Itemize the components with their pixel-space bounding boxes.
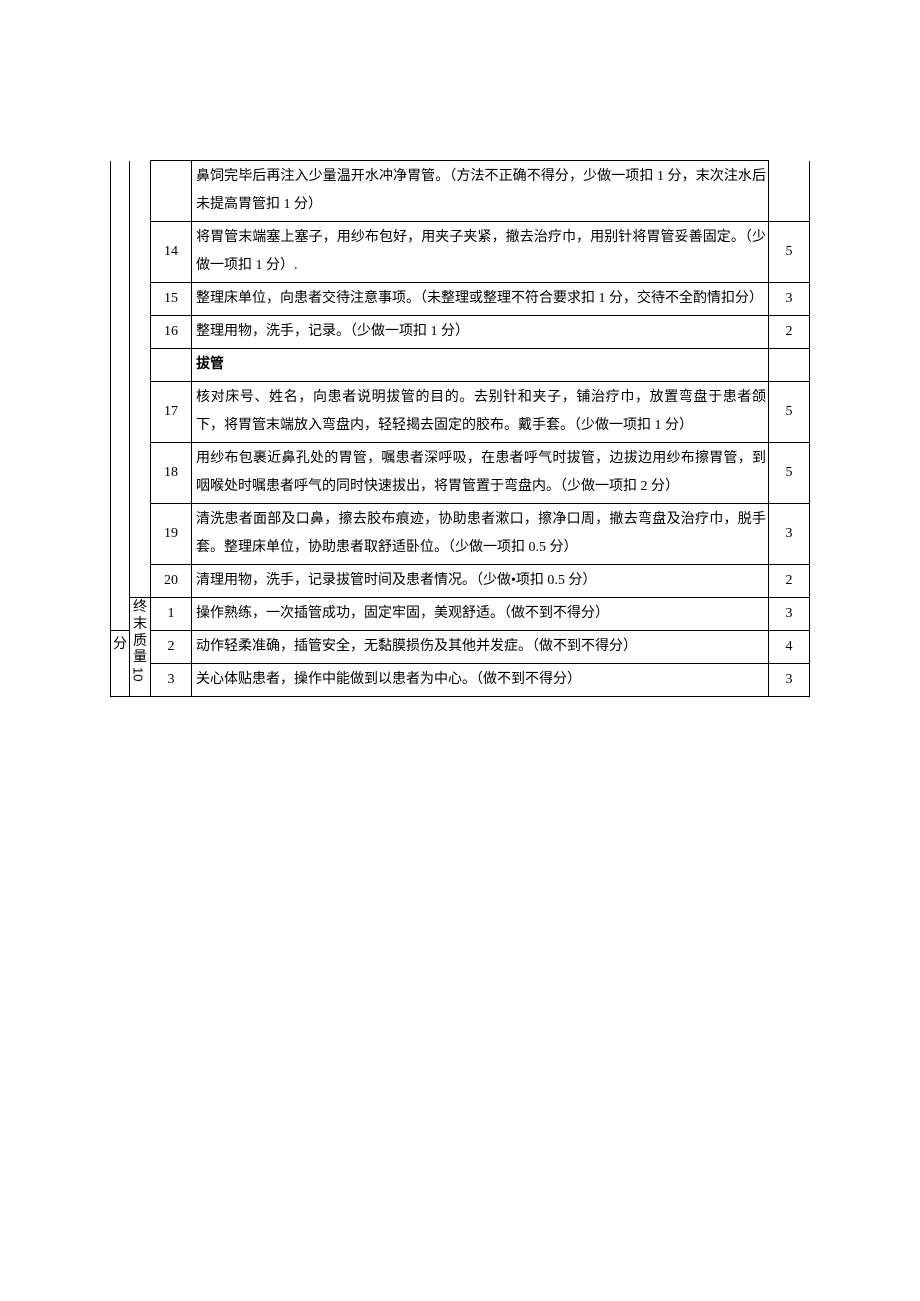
step-score: 3: [769, 598, 810, 631]
step-number: 14: [151, 222, 192, 283]
step-number: 15: [151, 283, 192, 316]
table-row: 20 清理用物，洗手，记录拔管时间及患者情况。（少做•项扣 0.5 分） 2: [111, 565, 810, 598]
subcategory-label: 终末质量 10: [130, 598, 151, 697]
section-header: 拔管: [192, 349, 769, 382]
step-score: 3: [769, 283, 810, 316]
step-number: 19: [151, 504, 192, 565]
table-row: 19 清洗患者面部及口鼻，擦去胶布痕迹，协助患者漱口，擦净口周，撤去弯盘及治疗巾…: [111, 504, 810, 565]
table-row: 17 核对床号、姓名，向患者说明拔管的目的。去别针和夹子，铺治疗巾，放置弯盘于患…: [111, 382, 810, 443]
table-row: 分 2 动作轻柔准确，插管安全，无黏膜损伤及其他并发症。（做不到不得分） 4: [111, 631, 810, 664]
step-number: 17: [151, 382, 192, 443]
step-description: 将胃管末端塞上塞子，用纱布包好，用夹子夹紧，撤去治疗巾，用别针将胃管妥善固定。（…: [192, 222, 769, 283]
step-number: 16: [151, 316, 192, 349]
subcategory-cell: [130, 161, 151, 598]
step-score: 2: [769, 565, 810, 598]
step-score: 5: [769, 382, 810, 443]
step-description: 关心体贴患者，操作中能做到以患者为中心。（做不到不得分）: [192, 664, 769, 697]
step-description: 动作轻柔准确，插管安全，无黏膜损伤及其他并发症。（做不到不得分）: [192, 631, 769, 664]
table-row: 14 将胃管末端塞上塞子，用纱布包好，用夹子夹紧，撤去治疗巾，用别针将胃管妥善固…: [111, 222, 810, 283]
table-row: 鼻饲完毕后再注入少量温开水冲净胃管。（方法不正确不得分，少做一项扣 1 分，末次…: [111, 161, 810, 222]
scoring-table: 鼻饲完毕后再注入少量温开水冲净胃管。（方法不正确不得分，少做一项扣 1 分，末次…: [110, 160, 810, 697]
document-page: 鼻饲完毕后再注入少量温开水冲净胃管。（方法不正确不得分，少做一项扣 1 分，末次…: [0, 0, 920, 697]
step-number: 3: [151, 664, 192, 697]
step-score: 2: [769, 316, 810, 349]
step-description: 用纱布包裹近鼻孔处的胃管，嘱患者深呼吸，在患者呼气时拔管，边拔边用纱布擦胃管，到…: [192, 443, 769, 504]
table-row: 15 整理床单位，向患者交待注意事项。（未整理或整理不符合要求扣 1 分，交待不…: [111, 283, 810, 316]
step-score: [769, 349, 810, 382]
step-score: [769, 161, 810, 222]
category-label: 分: [111, 631, 130, 697]
table-row: 18 用纱布包裹近鼻孔处的胃管，嘱患者深呼吸，在患者呼气时拔管，边拔边用纱布擦胃…: [111, 443, 810, 504]
step-description: 整理床单位，向患者交待注意事项。（未整理或整理不符合要求扣 1 分，交待不全酌情…: [192, 283, 769, 316]
step-number: [151, 161, 192, 222]
category-cell: [111, 161, 130, 631]
step-description: 清理用物，洗手，记录拔管时间及患者情况。（少做•项扣 0.5 分）: [192, 565, 769, 598]
step-score: 4: [769, 631, 810, 664]
step-number: [151, 349, 192, 382]
step-number: 20: [151, 565, 192, 598]
table-row: 3 关心体贴患者，操作中能做到以患者为中心。（做不到不得分） 3: [111, 664, 810, 697]
step-description: 整理用物，洗手，记录。（少做一项扣 1 分）: [192, 316, 769, 349]
step-number: 18: [151, 443, 192, 504]
step-description: 鼻饲完毕后再注入少量温开水冲净胃管。（方法不正确不得分，少做一项扣 1 分，末次…: [192, 161, 769, 222]
step-description: 清洗患者面部及口鼻，擦去胶布痕迹，协助患者漱口，擦净口周，撤去弯盘及治疗巾，脱手…: [192, 504, 769, 565]
step-description: 核对床号、姓名，向患者说明拔管的目的。去别针和夹子，铺治疗巾，放置弯盘于患者颌下…: [192, 382, 769, 443]
step-score: 5: [769, 222, 810, 283]
table-row: 拔管: [111, 349, 810, 382]
step-description: 操作熟练，一次插管成功，固定牢固，美观舒适。（做不到不得分）: [192, 598, 769, 631]
step-score: 3: [769, 504, 810, 565]
step-number: 1: [151, 598, 192, 631]
step-number: 2: [151, 631, 192, 664]
step-score: 5: [769, 443, 810, 504]
table-row: 终末质量 10 1 操作熟练，一次插管成功，固定牢固，美观舒适。（做不到不得分）…: [111, 598, 810, 631]
table-row: 16 整理用物，洗手，记录。（少做一项扣 1 分） 2: [111, 316, 810, 349]
step-score: 3: [769, 664, 810, 697]
vertical-text: 终末质量 10: [130, 600, 150, 682]
